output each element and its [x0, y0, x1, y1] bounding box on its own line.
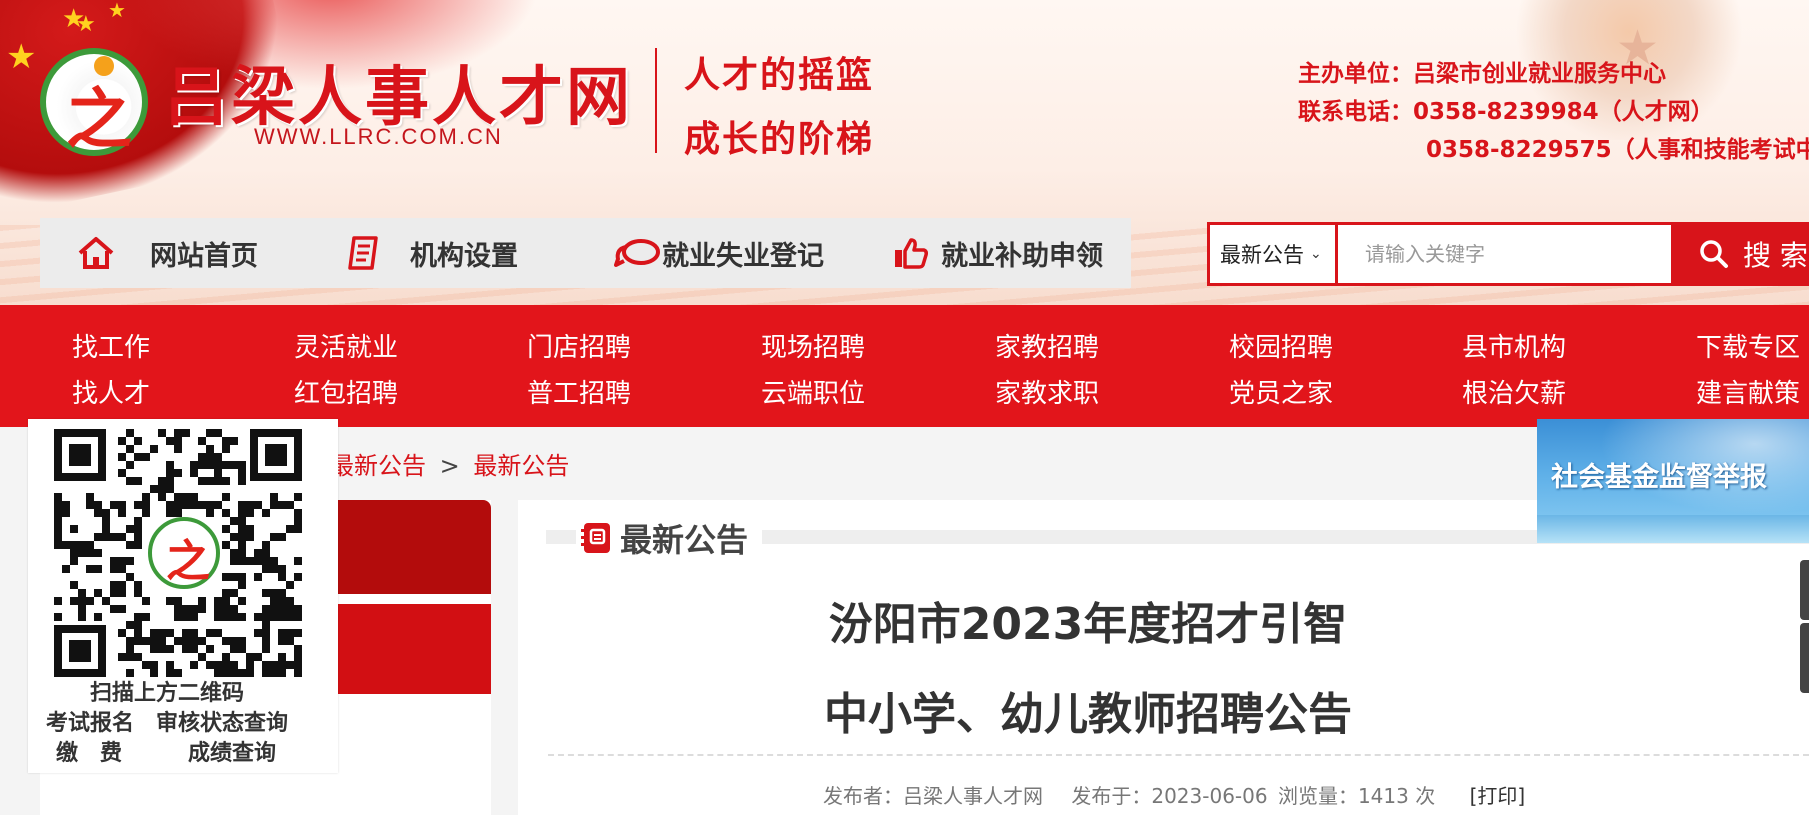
article-title-line-1: 汾阳市2023年度招才引智 [828, 599, 1348, 650]
cat-cloud-positions[interactable]: 云端职位 [761, 373, 865, 410]
search-box: 最新公告 ⌄ 搜 索 [1207, 222, 1809, 286]
home-icon [78, 237, 114, 269]
article-views: 浏览量：1413 次 [1277, 784, 1436, 808]
search-category-value: 最新公告 [1220, 243, 1304, 267]
document-icon [348, 236, 378, 270]
cat-wage-arrears[interactable]: 根治欠薪 [1462, 373, 1566, 410]
qr-services-line-2: 缴 费 成绩查询 [56, 740, 277, 766]
breadcrumb-item[interactable]: 最新公告 [330, 452, 426, 480]
site-url: WWW.LLRC.COM.CN [254, 124, 503, 149]
cat-downloads[interactable]: 下载专区 [1696, 327, 1800, 364]
article-title-line-2: 中小学、幼儿教师招聘公告 [824, 689, 1352, 740]
search-category-select[interactable]: 最新公告 ⌄ [1210, 225, 1338, 283]
article-panel: 最新公告 汾阳市2023年度招才引智 中小学、幼儿教师招聘公告 发布者：吕梁人事… [518, 500, 1809, 815]
cat-red-packet-recruitment[interactable]: 红包招聘 [294, 373, 398, 410]
section-title: 最新公告 [620, 521, 749, 559]
chat-icon [614, 239, 660, 267]
side-float-tab[interactable] [1800, 560, 1809, 620]
cat-tutor-recruitment[interactable]: 家教招聘 [995, 327, 1099, 364]
top-nav: 网站首页 机构设置 就业失业登记 就业补助申领 [40, 218, 1131, 288]
cat-campus-recruitment[interactable]: 校园招聘 [1229, 327, 1333, 364]
search-button[interactable]: 搜 索 [1671, 225, 1809, 283]
cat-general-worker-recruitment[interactable]: 普工招聘 [527, 373, 631, 410]
star-icon: ★ [6, 37, 37, 77]
fund-supervision-banner[interactable]: 社会基金监督举报 [1537, 419, 1809, 543]
contact-phone-1: 联系电话：0358-8239984（人才网） [1298, 99, 1714, 125]
article-publisher: 发布者：吕梁人事人才网 [823, 784, 1043, 808]
cat-suggestions[interactable]: 建言献策 [1696, 373, 1800, 410]
slogan-line-1: 人才的摇篮 [684, 54, 875, 96]
nav-organization[interactable]: 机构设置 [348, 218, 518, 288]
print-link[interactable]: [打印] [1470, 784, 1526, 808]
host-organization: 主办单位：吕梁市创业就业服务中心 [1298, 61, 1666, 87]
star-icon: ★ [76, 12, 96, 37]
cat-county-institutions[interactable]: 县市机构 [1462, 327, 1566, 364]
thumbs-up-icon [895, 238, 928, 269]
nav-home[interactable]: 网站首页 [76, 218, 258, 288]
nav-employment-subsidy-label: 就业补助申领 [941, 240, 1103, 272]
breadcrumb-item[interactable]: 最新公告 [473, 452, 569, 480]
slogan-line-2: 成长的阶梯 [684, 118, 875, 160]
section-header: 最新公告 [576, 514, 763, 562]
cat-onsite-recruitment[interactable]: 现场招聘 [761, 327, 865, 364]
site-logo-icon[interactable]: 之 [40, 48, 148, 158]
cat-tutor-job-seeking[interactable]: 家教求职 [995, 373, 1099, 410]
breadcrumb: 最新公告 > 最新公告 [330, 446, 569, 481]
qr-logo-icon: 之 [148, 517, 220, 589]
cat-find-job[interactable]: 找工作 [72, 327, 150, 364]
nav-organization-label: 机构设置 [410, 240, 518, 272]
search-icon [1700, 240, 1728, 268]
nav-employment-registration-label: 就业失业登记 [662, 240, 824, 272]
search-input[interactable] [1341, 225, 1671, 283]
banner-text: 社会基金监督举报 [1551, 462, 1767, 493]
qr-code-card: 之 扫描上方二维码 考试报名 审核状态查询 缴 费 成绩查询 [28, 419, 338, 773]
side-float-tab[interactable] [1800, 623, 1809, 693]
nav-home-label: 网站首页 [150, 240, 258, 272]
article-date: 发布于：2023-06-06 [1071, 784, 1268, 808]
contact-phone-2: 0358-8229575（人事和技能考试中 [1426, 137, 1809, 163]
header-divider [655, 48, 657, 153]
star-icon: ★ [108, 0, 126, 22]
article-meta: 发布者：吕梁人事人才网 发布于：2023-06-06 浏览量：1413 次 [打… [823, 780, 1547, 809]
nav-employment-registration[interactable]: 就业失业登记 [614, 218, 824, 288]
cat-find-talent[interactable]: 找人才 [72, 373, 150, 410]
notebook-icon [581, 523, 610, 553]
nav-employment-subsidy[interactable]: 就业补助申领 [893, 218, 1103, 288]
cat-party-member-home[interactable]: 党员之家 [1229, 373, 1333, 410]
qr-services-line-1: 考试报名 审核状态查询 [46, 710, 289, 736]
category-nav: 找工作 灵活就业 门店招聘 现场招聘 家教招聘 校园招聘 县市机构 下载专区 找… [0, 305, 1809, 427]
qr-caption: 扫描上方二维码 [90, 680, 245, 706]
chevron-down-icon: ⌄ [1310, 246, 1322, 262]
breadcrumb-separator: > [439, 452, 460, 480]
cat-flexible-employment[interactable]: 灵活就业 [294, 327, 398, 364]
search-button-label: 搜 索 [1743, 239, 1808, 272]
title-divider [548, 754, 1809, 756]
cat-store-recruitment[interactable]: 门店招聘 [527, 327, 631, 364]
